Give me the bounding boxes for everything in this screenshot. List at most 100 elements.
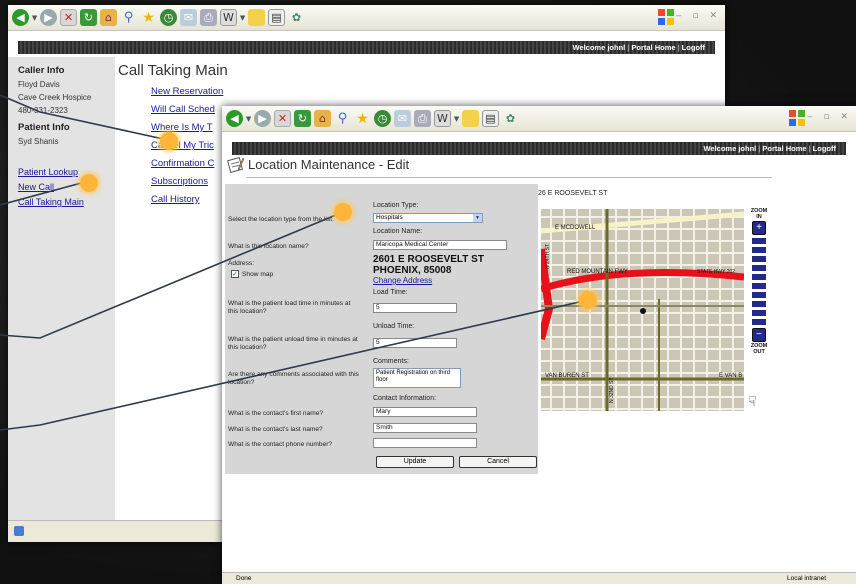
history-icon[interactable]: ◷ — [374, 110, 391, 127]
search-icon[interactable]: ⚲ — [334, 110, 351, 127]
back-dropdown-icon[interactable]: ▼ — [246, 110, 251, 127]
zoom-level-4[interactable] — [752, 265, 766, 271]
portal-home-link[interactable]: Portal Home — [631, 43, 675, 52]
location-edit-icon — [227, 157, 244, 173]
window-controls[interactable]: ‒ ▫ ✕ — [807, 112, 852, 122]
mail-icon[interactable]: ✉ — [180, 9, 197, 26]
zoom-in-button[interactable]: + — [752, 221, 766, 235]
last-name-input[interactable]: Smith — [373, 423, 477, 433]
edit-icon[interactable]: W — [220, 9, 237, 26]
zoom-level-10[interactable] — [752, 319, 766, 325]
patient-lookup-link[interactable]: Patient Lookup — [18, 167, 115, 177]
window-controls[interactable]: ‒ ▫ ✕ — [676, 11, 721, 21]
comments-textarea[interactable]: Patient Registration on third floor — [373, 368, 461, 388]
call-taking-main-link[interactable]: Call Taking Main — [18, 197, 115, 207]
zoom-in-label: ZOOM IN — [750, 208, 768, 220]
edit-dropdown-icon[interactable]: ▼ — [240, 9, 245, 26]
unload-time-input[interactable]: 5 — [373, 338, 457, 348]
zoom-level-8[interactable] — [752, 301, 766, 307]
zoom-level-9[interactable] — [752, 310, 766, 316]
menu-subscriptions[interactable]: Subscriptions — [151, 176, 223, 194]
discuss-icon[interactable] — [248, 9, 265, 26]
zoom-level-1[interactable] — [752, 238, 766, 244]
location-form: Location Type: Select the location type … — [225, 184, 538, 474]
comments-label: Comments: — [373, 358, 409, 365]
back-icon[interactable]: ◀ — [12, 9, 29, 26]
update-button[interactable]: Update — [376, 456, 454, 468]
cancel-button[interactable]: Cancel — [459, 456, 537, 468]
research-icon[interactable]: ▤ — [482, 110, 499, 127]
location-type-label: Location Type: — [373, 202, 419, 209]
contact-info-label: Contact Information: — [373, 395, 437, 402]
first-name-input[interactable]: Mary — [373, 407, 477, 417]
zoom-level-7[interactable] — [752, 292, 766, 298]
menu-will-call-sched[interactable]: Will Call Sched — [151, 104, 223, 122]
location-type-select[interactable]: Hospitals ▼ — [373, 213, 483, 223]
stop-icon[interactable]: ✕ — [274, 110, 291, 127]
forward-icon[interactable]: ▶ — [254, 110, 271, 127]
research-icon[interactable]: ▤ — [268, 9, 285, 26]
show-map-checkbox[interactable]: ✓ — [231, 270, 239, 278]
caller-info-heading: Caller Info — [18, 65, 65, 76]
back-icon[interactable]: ◀ — [226, 110, 243, 127]
pan-hand-icon[interactable]: ☟ — [748, 393, 757, 410]
stop-icon[interactable]: ✕ — [60, 9, 77, 26]
caller-org: Cave Creek Hospice — [18, 93, 92, 102]
page-header: Location Maintenance - Edit — [227, 156, 409, 173]
highlight-marker-where-is-my-trip — [160, 132, 178, 150]
portal-home-link[interactable]: Portal Home — [762, 144, 806, 153]
first-name-question: What is the contact's first name? — [228, 410, 324, 417]
history-icon[interactable]: ◷ — [160, 9, 177, 26]
messenger-icon[interactable]: ✿ — [288, 9, 305, 26]
mail-icon[interactable]: ✉ — [394, 110, 411, 127]
status-bar: Done Local intranet — [222, 572, 856, 584]
north-32nd-label: N 32ND ST — [609, 377, 615, 403]
edit-icon[interactable]: W — [434, 110, 451, 127]
menu-call-history[interactable]: Call History — [151, 194, 223, 212]
print-icon[interactable]: ⎙ — [414, 110, 431, 127]
discuss-icon[interactable] — [462, 110, 479, 127]
back-dropdown-icon[interactable]: ▼ — [32, 9, 37, 26]
windows-logo-icon — [658, 9, 674, 25]
state-hwy-label: STATE HWY 202 — [697, 269, 735, 275]
change-address-link[interactable]: Change Address — [373, 276, 432, 285]
zoom-out-button[interactable]: − — [752, 328, 766, 342]
refresh-icon[interactable]: ↻ — [80, 9, 97, 26]
location-map[interactable]: E MCDOWELL RED MOUNTAIN FWY STATE HWY 20… — [541, 209, 744, 411]
location-name-label: Location Name: — [373, 228, 423, 235]
chevron-down-icon[interactable]: ▼ — [473, 214, 482, 222]
unload-time-question: What is the patient unload time in minut… — [228, 336, 358, 351]
call-taking-menu: New Reservation Will Call Sched Where Is… — [151, 86, 223, 212]
favorites-star-icon[interactable]: ★ — [140, 9, 157, 26]
zoom-level-3[interactable] — [752, 256, 766, 262]
favorites-star-icon[interactable]: ★ — [354, 110, 371, 127]
home-icon[interactable]: ⌂ — [314, 110, 331, 127]
zoom-level-5[interactable] — [752, 274, 766, 280]
menu-new-reservation[interactable]: New Reservation — [151, 86, 223, 104]
location-name-input[interactable]: Maricopa Medical Center — [373, 240, 507, 250]
caller-name: Floyd Davis — [18, 80, 60, 89]
load-time-label: Load Time: — [373, 289, 408, 296]
load-time-input[interactable]: 5 — [373, 303, 457, 313]
edit-dropdown-icon[interactable]: ▼ — [454, 110, 459, 127]
phone-input[interactable] — [373, 438, 477, 448]
east-van-buren-label: E VAN B — [719, 373, 742, 379]
home-icon[interactable]: ⌂ — [100, 9, 117, 26]
portal-banner: Welcome johnl | Portal Home | Logoff — [18, 41, 715, 54]
menu-confirmation[interactable]: Confirmation C — [151, 158, 223, 176]
new-call-link[interactable]: New Call — [18, 182, 115, 192]
zoom-level-2[interactable] — [752, 247, 766, 253]
search-icon[interactable]: ⚲ — [120, 9, 137, 26]
zoom-level-6[interactable] — [752, 283, 766, 289]
print-icon[interactable]: ⎙ — [200, 9, 217, 26]
location-name-question: What is this location name? — [228, 243, 309, 250]
messenger-icon[interactable]: ✿ — [502, 110, 519, 127]
logoff-link[interactable]: Logoff — [813, 144, 836, 153]
patient-info-heading: Patient Info — [18, 122, 70, 133]
logoff-link[interactable]: Logoff — [682, 43, 705, 52]
zoom-out-label: ZOOM OUT — [750, 343, 768, 355]
map-address: 26 E ROOSEVELT ST — [538, 190, 608, 197]
highlight-marker-map — [579, 291, 597, 309]
forward-icon[interactable]: ▶ — [40, 9, 57, 26]
refresh-icon[interactable]: ↻ — [294, 110, 311, 127]
